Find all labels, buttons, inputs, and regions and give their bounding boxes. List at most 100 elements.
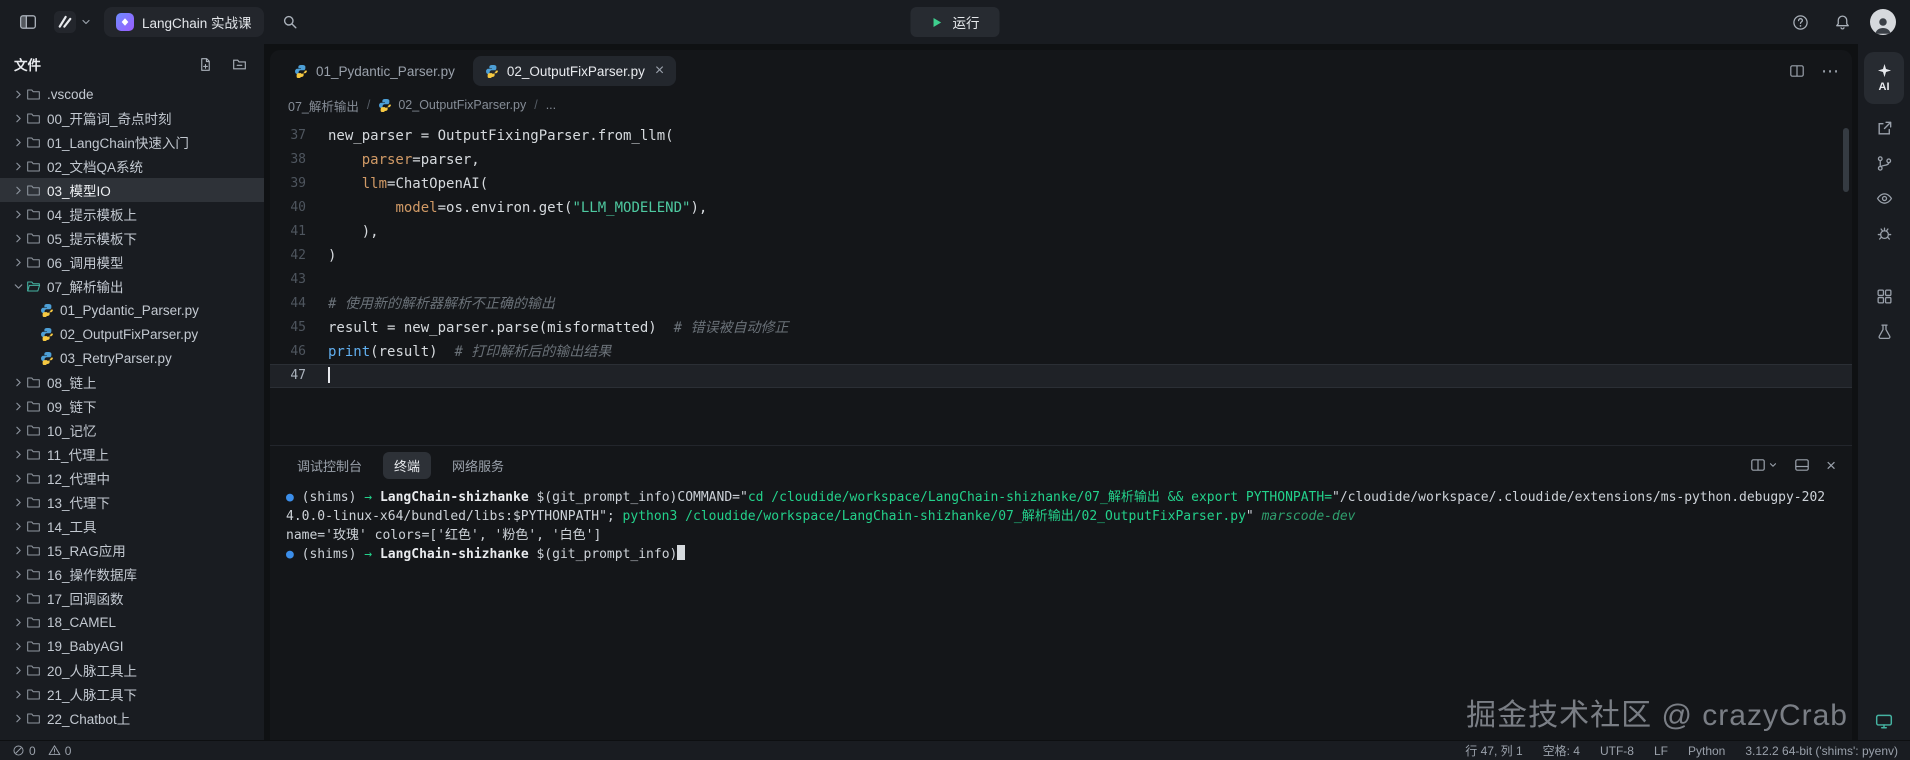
code-line-41[interactable]: 41 ),: [270, 220, 1852, 244]
tree-folder-.vscode[interactable]: .vscode: [0, 82, 264, 106]
code-line-46[interactable]: 46print(result) # 打印解析后的输出结果: [270, 340, 1852, 364]
monitor-icon[interactable]: [1875, 712, 1893, 730]
code-line-42[interactable]: 42): [270, 244, 1852, 268]
breadcrumb-item[interactable]: 02_OutputFixParser.py: [378, 98, 526, 112]
code-line-38[interactable]: 38 parser=parser,: [270, 148, 1852, 172]
line-number: 47: [270, 364, 328, 388]
export-icon[interactable]: [1876, 120, 1893, 137]
sidebar-toggle-icon[interactable]: [14, 8, 42, 36]
status-item[interactable]: LF: [1654, 742, 1668, 759]
tree-folder-08_链上[interactable]: 08_链上: [0, 370, 264, 394]
tree-folder-11_代理上[interactable]: 11_代理上: [0, 442, 264, 466]
tree-folder-16_操作数据库[interactable]: 16_操作数据库: [0, 562, 264, 586]
split-panel-icon[interactable]: [1794, 457, 1810, 473]
tree-folder-20_人脉工具上[interactable]: 20_人脉工具上: [0, 658, 264, 682]
folder-icon: [26, 423, 41, 438]
python-icon: [294, 64, 308, 78]
editor-tab-01_Pydantic_Parser.py[interactable]: 01_Pydantic_Parser.py: [282, 56, 467, 86]
tree-file-03_RetryParser.py[interactable]: 03_RetryParser.py: [0, 346, 264, 370]
extensions-icon[interactable]: [1876, 288, 1893, 305]
project-badge[interactable]: LangChain 实战课: [104, 7, 264, 37]
code-line-40[interactable]: 40 model=os.environ.get("LLM_MODELEND"),: [270, 196, 1852, 220]
tree-file-01_Pydantic_Parser.py[interactable]: 01_Pydantic_Parser.py: [0, 298, 264, 322]
code-line-47[interactable]: 47: [270, 364, 1852, 388]
status-item[interactable]: 行 47, 列 1: [1465, 742, 1522, 759]
status-item[interactable]: UTF-8: [1600, 742, 1634, 759]
status-count: 0: [65, 744, 72, 758]
status-item[interactable]: 空格: 4: [1543, 742, 1580, 759]
code-line-45[interactable]: 45result = new_parser.parse(misformatted…: [270, 316, 1852, 340]
split-editor-icon[interactable]: [1789, 63, 1805, 79]
editor-tab-02_OutputFixParser.py[interactable]: 02_OutputFixParser.py×: [473, 56, 676, 86]
panel-header: 调试控制台终端网络服务 ×: [270, 446, 1852, 484]
help-icon[interactable]: [1786, 8, 1814, 36]
close-tab-icon[interactable]: ×: [655, 63, 664, 79]
panel-tab-调试控制台[interactable]: 调试控制台: [286, 452, 373, 479]
code-line-39[interactable]: 39 llm=ChatOpenAI(: [270, 172, 1852, 196]
collapse-folders-icon[interactable]: [228, 53, 250, 75]
tree-folder-04_提示模板上[interactable]: 04_提示模板上: [0, 202, 264, 226]
close-panel-icon[interactable]: ×: [1826, 457, 1836, 474]
search-icon[interactable]: [276, 8, 304, 36]
code-editor[interactable]: 37new_parser = OutputFixingParser.from_l…: [270, 120, 1852, 445]
tree-folder-14_工具[interactable]: 14_工具: [0, 514, 264, 538]
tree-item-label: 16_操作数据库: [47, 564, 137, 584]
status-error-count[interactable]: 0: [12, 744, 36, 758]
tree-item-label: 14_工具: [47, 516, 97, 536]
panel-tab-终端[interactable]: 终端: [383, 452, 431, 479]
chevron-right-icon: [10, 712, 26, 725]
tree-item-label: 17_回调函数: [47, 588, 124, 608]
breadcrumb-item[interactable]: ...: [546, 98, 556, 112]
python-icon: [378, 98, 392, 112]
tree-folder-19_BabyAGI[interactable]: 19_BabyAGI: [0, 634, 264, 658]
tree-folder-15_RAG应用[interactable]: 15_RAG应用: [0, 538, 264, 562]
tree-folder-10_记忆[interactable]: 10_记忆: [0, 418, 264, 442]
status-warning-count[interactable]: 0: [48, 744, 72, 758]
tree-folder-12_代理中[interactable]: 12_代理中: [0, 466, 264, 490]
code-line-43[interactable]: 43: [270, 268, 1852, 292]
tree-folder-22_Chatbot上[interactable]: 22_Chatbot上: [0, 706, 264, 730]
tree-item-label: 12_代理中: [47, 468, 110, 488]
run-button[interactable]: 运行: [911, 7, 1000, 37]
tree-folder-13_代理下[interactable]: 13_代理下: [0, 490, 264, 514]
bug-icon[interactable]: [1876, 225, 1893, 242]
status-item[interactable]: Python: [1688, 742, 1725, 759]
tree-file-02_OutputFixParser.py[interactable]: 02_OutputFixParser.py: [0, 322, 264, 346]
panel-layout-icon[interactable]: [1750, 457, 1778, 473]
tree-folder-17_回调函数[interactable]: 17_回调函数: [0, 586, 264, 610]
breadcrumb-item[interactable]: 07_解析输出: [288, 96, 359, 115]
code-line-37[interactable]: 37new_parser = OutputFixingParser.from_l…: [270, 124, 1852, 148]
status-count: 0: [29, 744, 36, 758]
beaker-icon[interactable]: [1876, 323, 1893, 340]
tree-item-label: 03_模型IO: [47, 180, 111, 200]
tree-folder-03_模型IO[interactable]: 03_模型IO: [0, 178, 264, 202]
more-actions-icon[interactable]: ⋯: [1821, 62, 1840, 80]
terminal[interactable]: ● (shims) → LangChain-shizhanke $(git_pr…: [270, 484, 1852, 740]
eye-icon[interactable]: [1876, 190, 1893, 207]
tree-folder-21_人脉工具下[interactable]: 21_人脉工具下: [0, 682, 264, 706]
folder-open-icon: [26, 279, 41, 294]
code-line-44[interactable]: 44# 使用新的解析器解析不正确的输出: [270, 292, 1852, 316]
tree-folder-05_提示模板下[interactable]: 05_提示模板下: [0, 226, 264, 250]
tree-folder-01_LangChain快速入门[interactable]: 01_LangChain快速入门: [0, 130, 264, 154]
tree-folder-07_解析输出[interactable]: 07_解析输出: [0, 274, 264, 298]
avatar[interactable]: [1870, 9, 1896, 35]
status-item[interactable]: 3.12.2 64-bit ('shims': pyenv): [1745, 742, 1898, 759]
chevron-right-icon: [10, 136, 26, 149]
explorer-actions: [194, 53, 250, 75]
chevron-right-icon: [10, 664, 26, 677]
tree-folder-06_调用模型[interactable]: 06_调用模型: [0, 250, 264, 274]
editor-scrollbar[interactable]: [1843, 128, 1849, 192]
panel-tab-网络服务[interactable]: 网络服务: [441, 452, 515, 479]
ai-assistant-button[interactable]: AI: [1864, 52, 1904, 104]
app-logo[interactable]: [54, 11, 92, 33]
new-file-icon[interactable]: [194, 53, 216, 75]
tree-folder-09_链下[interactable]: 09_链下: [0, 394, 264, 418]
tree-folder-18_CAMEL[interactable]: 18_CAMEL: [0, 610, 264, 634]
tree-folder-02_文档QA系统[interactable]: 02_文档QA系统: [0, 154, 264, 178]
line-number: 46: [270, 340, 328, 364]
bell-icon[interactable]: [1828, 8, 1856, 36]
warning-icon: [48, 744, 61, 757]
git-branch-icon[interactable]: [1876, 155, 1893, 172]
tree-folder-00_开篇词_奇点时刻[interactable]: 00_开篇词_奇点时刻: [0, 106, 264, 130]
